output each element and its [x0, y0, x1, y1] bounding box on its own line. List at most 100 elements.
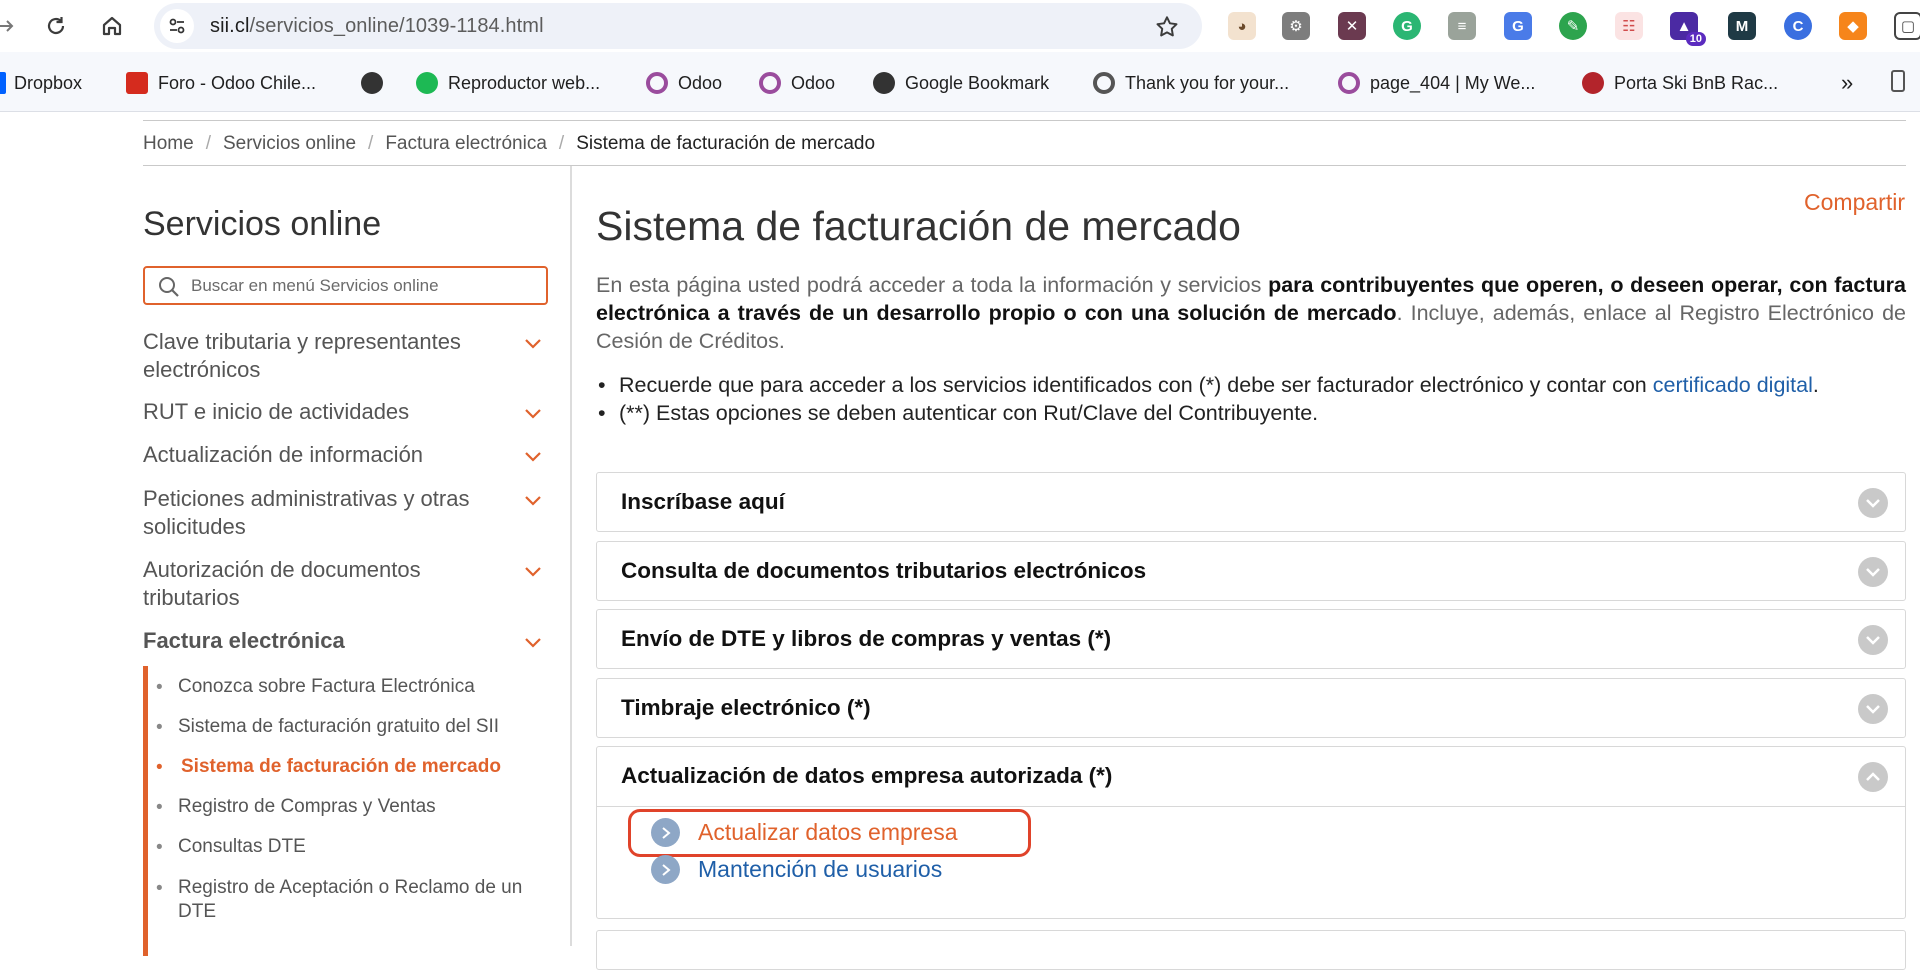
tools-extension-icon[interactable]: ✕: [1338, 12, 1366, 40]
forward-icon[interactable]: [0, 11, 22, 41]
grammarly-extension-icon[interactable]: G: [1393, 12, 1421, 40]
bullet: •: [156, 677, 163, 698]
bookmark-label: page_404 | My We...: [1370, 72, 1536, 93]
actualizar-datos-empresa-link[interactable]: Actualizar datos empresa: [651, 818, 958, 847]
bookmarks-overflow-icon[interactable]: »: [1841, 70, 1853, 96]
submenu-item[interactable]: • Registro de Aceptación o Reclamo de un …: [156, 876, 556, 924]
sidebar-item-actualizacion[interactable]: Actualización de información: [143, 441, 563, 469]
mantencion-usuarios-link[interactable]: Mantención de usuarios: [651, 855, 942, 884]
chevron-down-icon[interactable]: [523, 445, 543, 473]
c-extension-icon[interactable]: C: [1784, 12, 1812, 40]
address-bar[interactable]: sii.cl/servicios_online/1039-1184.html: [154, 3, 1202, 49]
accordion-actualizacion-datos: Actualización de datos empresa autorizad…: [596, 746, 1906, 919]
sidebar-item-label: RUT e inicio de actividades: [143, 399, 410, 424]
bookmark-label: Odoo: [678, 72, 723, 93]
chevron-down-icon[interactable]: [1858, 694, 1888, 724]
accordion-next[interactable]: [596, 930, 1906, 970]
submenu-item-label: Registro de Aceptación o Reclamo de un D…: [178, 877, 523, 922]
certificado-digital-link[interactable]: certificado digital: [1653, 373, 1813, 397]
accordion-header[interactable]: Actualización de datos empresa autorizad…: [597, 747, 1905, 807]
share-link[interactable]: Compartir: [1804, 189, 1905, 216]
chevron-down-icon[interactable]: [523, 560, 543, 588]
divider: [143, 120, 1906, 121]
note-item: Recuerde que para acceder a los servicio…: [596, 371, 1906, 399]
bullet: •: [156, 878, 163, 899]
breadcrumb-factura-electronica[interactable]: Factura electrónica: [385, 133, 547, 154]
puzzle-extension-icon[interactable]: ▢: [1894, 12, 1920, 40]
bookmark-label: Porta Ski BnB Rac...: [1614, 72, 1779, 93]
m-extension-icon[interactable]: M: [1728, 12, 1756, 40]
bullet: •: [156, 717, 163, 738]
translate-extension-icon[interactable]: G: [1504, 12, 1532, 40]
bookmark-google[interactable]: Google Bookmark: [873, 70, 1049, 96]
sidebar-item-label: Actualización de información: [143, 442, 424, 467]
bookmark-spotify[interactable]: Reproductor web...: [416, 70, 600, 96]
accordion-inscribase[interactable]: Inscríbase aquí: [596, 472, 1906, 532]
sidebar-item-peticiones[interactable]: Peticiones administrativas y otras solic…: [143, 485, 563, 541]
chile-flag-icon: [126, 72, 148, 94]
intro-text: En esta página usted podrá acceder a tod…: [596, 273, 1269, 297]
chevron-down-icon[interactable]: [1858, 557, 1888, 587]
submenu-item[interactable]: • Consultas DTE: [156, 835, 556, 859]
reload-icon[interactable]: [41, 11, 71, 41]
odoo-icon: [1338, 72, 1360, 94]
bookmark-star-icon[interactable]: [1154, 14, 1180, 45]
bookmark-dropbox[interactable]: Dropbox: [0, 70, 82, 96]
submenu-item[interactable]: • Registro de Compras y Ventas: [156, 795, 556, 819]
bookmark-odoo-2[interactable]: Odoo: [759, 70, 835, 96]
note-text: Recuerde que para acceder a los servicio…: [619, 373, 1653, 397]
bookmark-porta-ski[interactable]: Porta Ski BnB Rac...: [1582, 70, 1778, 96]
chevron-down-icon[interactable]: [523, 489, 543, 517]
note-item: (**) Estas opciones se deben autenticar …: [596, 399, 1906, 427]
submenu-item[interactable]: • Conozca sobre Factura Electrónica: [156, 675, 556, 699]
evernote-extension-icon[interactable]: ✎: [1559, 12, 1587, 40]
breadcrumb-separator: /: [368, 133, 374, 154]
home-icon[interactable]: [97, 11, 127, 41]
chevron-down-icon[interactable]: [523, 631, 543, 659]
chevron-up-icon[interactable]: [1858, 762, 1888, 792]
search-icon: [157, 275, 181, 304]
org-chart-extension-icon[interactable]: ☷: [1615, 12, 1643, 40]
bookmark-globe[interactable]: [361, 70, 393, 96]
bookmark-foro-odoo[interactable]: Foro - Odoo Chile...: [126, 70, 316, 96]
chevron-down-icon[interactable]: [1858, 488, 1888, 518]
breadcrumb-separator: /: [558, 133, 565, 154]
cap-extension-icon[interactable]: ▲ 10: [1670, 12, 1706, 46]
note-text: (**) Estas opciones se deben autenticar …: [619, 401, 1319, 425]
chevron-down-icon[interactable]: [523, 402, 543, 430]
chevron-down-icon[interactable]: [523, 332, 543, 360]
layers-extension-icon[interactable]: ≡: [1448, 12, 1476, 40]
submenu-item-label: Registro de Compras y Ventas: [178, 796, 436, 817]
bookmark-label: Dropbox: [14, 72, 83, 93]
globe-icon: [361, 72, 383, 94]
sidebar-item-label: Factura electrónica: [143, 628, 345, 653]
hubspot-extension-icon[interactable]: ⚙: [1282, 12, 1310, 40]
accordion-consulta-documentos[interactable]: Consulta de documentos tributarios elect…: [596, 541, 1906, 601]
accordion-envio-dte[interactable]: Envío de DTE y libros de compras y venta…: [596, 609, 1906, 669]
sidebar-item-autorizacion[interactable]: Autorización de documentos tributarios: [143, 556, 563, 612]
submenu-item[interactable]: • Sistema de facturación gratuito del SII: [156, 715, 556, 739]
page-content: Home / Servicios online / Factura electrónic…: [0, 113, 1920, 970]
bookmark-odoo-1[interactable]: Odoo: [646, 70, 722, 96]
incognito-extension-icon[interactable]: ◕: [1228, 12, 1256, 40]
all-bookmarks-icon[interactable]: [1891, 70, 1905, 92]
bookmark-thank-you[interactable]: Thank you for your...: [1093, 70, 1289, 96]
bookmark-page-404[interactable]: page_404 | My We...: [1338, 70, 1535, 96]
bookmarks-bar: Dropbox Foro - Odoo Chile... Reproductor…: [0, 52, 1920, 112]
submenu-item-label: Sistema de facturación de mercado: [181, 756, 501, 777]
submenu-item-active[interactable]: • Sistema de facturación de mercado: [156, 755, 556, 779]
sidebar-search[interactable]: [143, 266, 548, 305]
breadcrumb-current: Sistema de facturación de mercado: [576, 133, 876, 154]
breadcrumb-home[interactable]: Home: [143, 133, 194, 154]
site-info-icon[interactable]: [160, 9, 194, 43]
sidebar-search-input[interactable]: [191, 274, 531, 298]
metamask-extension-icon[interactable]: ◆: [1839, 12, 1867, 40]
chevron-down-icon[interactable]: [1858, 625, 1888, 655]
sidebar-item-factura-electronica[interactable]: Factura electrónica: [143, 627, 563, 655]
bookmark-label: Google Bookmark: [905, 72, 1050, 93]
sidebar-item-clave-tributaria[interactable]: Clave tributaria y representantes electr…: [143, 328, 563, 384]
sidebar-item-rut[interactable]: RUT e inicio de actividades: [143, 398, 563, 426]
breadcrumb-servicios-online[interactable]: Servicios online: [223, 133, 356, 154]
porta-ski-icon: [1582, 72, 1604, 94]
accordion-timbraje[interactable]: Timbraje electrónico (*): [596, 678, 1906, 738]
